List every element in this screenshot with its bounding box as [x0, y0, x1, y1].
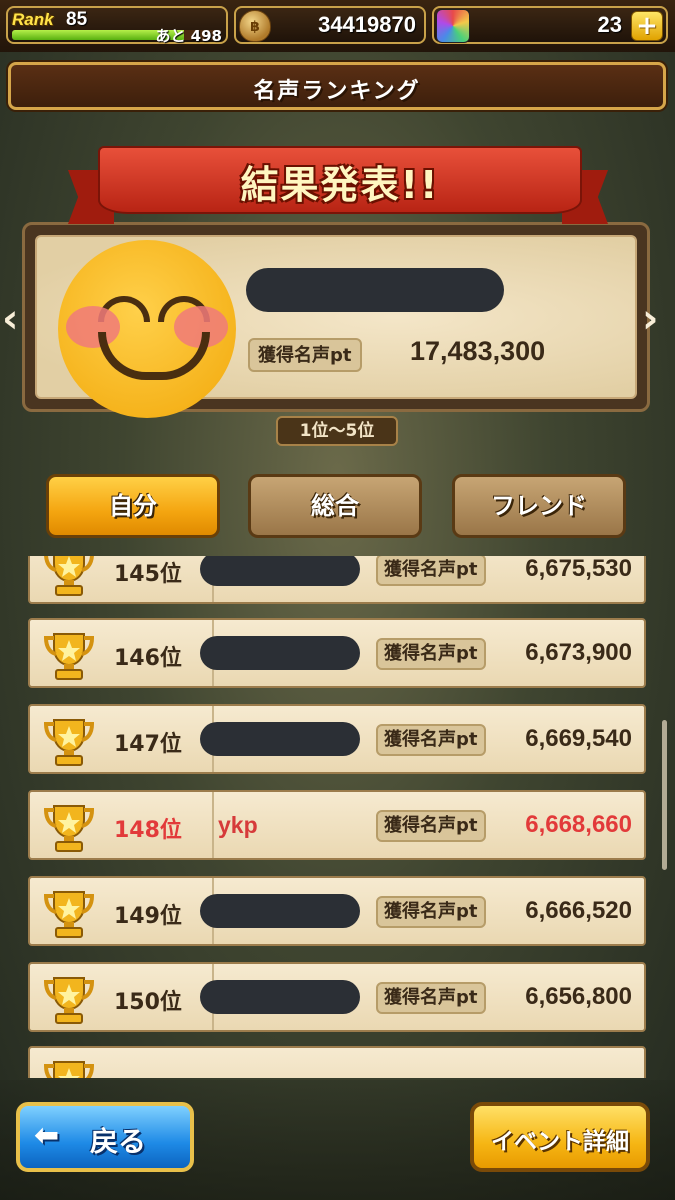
row-fame-label: 獲得名声pt: [376, 896, 486, 928]
rank-value: 85: [66, 9, 88, 30]
player-rank-panel: Rank 85 あと 498: [6, 6, 228, 45]
ranking-row-partial[interactable]: [28, 1046, 646, 1078]
page-title: 名声ランキング: [253, 79, 421, 104]
coin-counter: ฿ 34419870: [234, 6, 426, 44]
gem-value: 23: [597, 12, 622, 37]
row-fame-label: 獲得名声pt: [376, 724, 486, 756]
ranking-row[interactable]: 150位 獲得名声pt 6,656,800: [28, 962, 646, 1032]
avatar-mouth: [98, 332, 210, 380]
next-page-chevron-icon[interactable]: ›: [642, 296, 670, 346]
row-fame-label: 獲得名声pt: [376, 638, 486, 670]
row-player-name: ykp: [218, 812, 258, 838]
row-rank: 149位: [114, 904, 182, 929]
gold-trophy-icon: [40, 628, 98, 682]
ranking-row-self[interactable]: 148位 ykp 獲得名声pt 6,668,660: [28, 790, 646, 860]
tab-self[interactable]: 自分: [46, 474, 220, 538]
ribbon-body: 結果発表!!: [98, 146, 582, 214]
row-rank: 146位: [114, 646, 182, 671]
row-player-name-redacted: [200, 556, 360, 586]
row-player-name-redacted: [200, 636, 360, 670]
ranking-row[interactable]: 147位 獲得名声pt 6,669,540: [28, 704, 646, 774]
avatar-smiley-emoji: [58, 240, 236, 418]
gem-counter: 23 +: [432, 6, 668, 44]
player-name-redacted: [246, 268, 504, 312]
row-fame-value: 6,656,800: [525, 983, 632, 1010]
result-banner: 結果発表!!: [68, 146, 608, 228]
exp-remaining: あと 498: [155, 27, 222, 45]
row-rank: 150位: [114, 990, 182, 1015]
rainbow-gem-icon: [436, 9, 470, 43]
row-fame-value: 6,668,660: [525, 811, 632, 838]
row-rank: 148位: [114, 818, 182, 843]
list-scrollbar[interactable]: [662, 720, 667, 870]
gold-trophy-icon: [40, 556, 98, 598]
row-fame-label: 獲得名声pt: [376, 810, 486, 842]
event-details-label: イベント詳細: [491, 1129, 629, 1155]
row-fame-label: 獲得名声pt: [376, 982, 486, 1014]
left-arrow-icon: ⬅: [34, 1118, 60, 1153]
tab-friends[interactable]: フレンド: [452, 474, 626, 538]
reward-range-badge: 1位〜5位: [276, 416, 398, 446]
page-title-bar: 名声ランキング: [8, 62, 666, 110]
previous-page-chevron-icon[interactable]: ‹: [2, 296, 30, 346]
gold-trophy-icon: [40, 800, 98, 854]
row-divider: [212, 792, 214, 858]
back-button[interactable]: ⬅ 戻る: [16, 1102, 194, 1172]
event-details-button[interactable]: イベント詳細: [470, 1102, 650, 1172]
coin-value: 34419870: [318, 12, 416, 37]
rank-label: Rank: [12, 10, 54, 29]
row-fame-value: 6,669,540: [525, 725, 632, 752]
row-rank: 147位: [114, 732, 182, 757]
ranking-row[interactable]: 145位 獲得名声pt 6,675,530: [28, 556, 646, 604]
ranking-list[interactable]: 145位 獲得名声pt 6,675,530 146位 獲得名声pt 6,673,900 14…: [0, 556, 675, 1078]
add-gems-button[interactable]: +: [631, 11, 663, 41]
gold-trophy-icon: [40, 886, 98, 940]
ranking-row[interactable]: 149位 獲得名声pt 6,666,520: [28, 876, 646, 946]
row-fame-value: 6,673,900: [525, 639, 632, 666]
gold-trophy-icon: [40, 1056, 98, 1078]
coin-bag-icon: ฿: [239, 10, 271, 42]
row-fame-label: 獲得名声pt: [376, 556, 486, 586]
gold-trophy-icon: [40, 972, 98, 1026]
back-button-label: 戻る: [90, 1125, 147, 1158]
row-fame-value: 6,675,530: [525, 556, 632, 582]
gold-trophy-icon: [40, 714, 98, 768]
fame-points-value: 17,483,300: [410, 336, 546, 366]
row-rank: 145位: [114, 562, 182, 587]
row-player-name-redacted: [200, 894, 360, 928]
row-player-name-redacted: [200, 722, 360, 756]
fame-points-label: 獲得名声pt: [248, 338, 362, 372]
row-fame-value: 6,666,520: [525, 897, 632, 924]
ranking-row[interactable]: 146位 獲得名声pt 6,673,900: [28, 618, 646, 688]
status-bar: Rank 85 あと 498 ฿ 34419870 23 +: [0, 0, 675, 52]
result-banner-text: 結果発表!!: [240, 163, 440, 207]
tab-overall[interactable]: 総合: [248, 474, 422, 538]
row-player-name-redacted: [200, 980, 360, 1014]
